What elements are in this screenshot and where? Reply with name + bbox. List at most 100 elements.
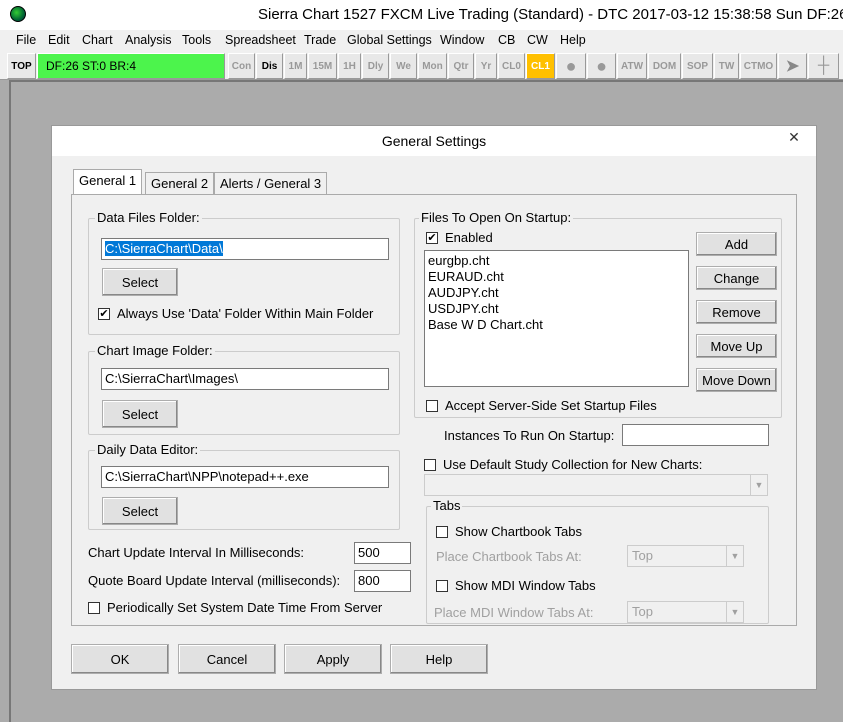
periodic-date-time-checkbox[interactable]: Periodically Set System Date Time From S… xyxy=(88,600,382,615)
data-files-select-button[interactable]: Select xyxy=(102,268,178,296)
zoom-tool-icon[interactable]: ● xyxy=(556,53,586,79)
title-bar: Sierra Chart 1527 FXCM Live Trading (Sta… xyxy=(0,0,843,30)
menu-chart[interactable]: Chart xyxy=(82,33,113,47)
pointer-icon[interactable]: ➤ xyxy=(778,53,807,79)
checkbox-icon xyxy=(424,458,436,471)
show-chartbook-tabs-checkbox[interactable]: Show Chartbook Tabs xyxy=(436,524,582,539)
remove-button[interactable]: Remove xyxy=(696,300,777,324)
menu-trade[interactable]: Trade xyxy=(304,33,336,47)
status-display: DF:26 ST:0 BR:4 xyxy=(37,53,225,79)
list-item[interactable]: EURAUD.cht xyxy=(428,269,685,285)
tab-general-2[interactable]: General 2 xyxy=(145,172,215,194)
1h-button[interactable]: 1H xyxy=(338,53,361,79)
we-button[interactable]: We xyxy=(390,53,417,79)
menu-window[interactable]: Window xyxy=(440,33,484,47)
menu-edit[interactable]: Edit xyxy=(48,33,70,47)
startup-enabled-checkbox[interactable]: ✔ Enabled xyxy=(426,230,493,245)
menu-spreadsheet[interactable]: Spreadsheet xyxy=(225,33,296,47)
atw-button[interactable]: ATW xyxy=(617,53,647,79)
toolbar: TOP DF:26 ST:0 BR:4 Con Dis 1M 15M 1H Dl… xyxy=(0,51,843,80)
list-item[interactable]: USDJPY.cht xyxy=(428,301,685,317)
checkbox-icon: ✔ xyxy=(426,231,438,244)
help-button[interactable]: Help xyxy=(390,644,488,674)
ctmo-button[interactable]: CTMO xyxy=(740,53,777,79)
chart-update-label: Chart Update Interval In Milliseconds: xyxy=(88,545,305,560)
zoom-tool-2-icon[interactable]: ● xyxy=(587,53,616,79)
list-item[interactable]: eurgbp.cht xyxy=(428,253,685,269)
tabs-group-label: Tabs xyxy=(431,498,463,513)
menu-tools[interactable]: Tools xyxy=(182,33,211,47)
general-settings-dialog: General Settings ✕ General 1 General 2 A… xyxy=(51,125,817,690)
15m-button[interactable]: 15M xyxy=(308,53,337,79)
show-chartbook-label: Show Chartbook Tabs xyxy=(455,524,582,539)
default-study-select[interactable]: ▼ xyxy=(424,474,768,496)
always-use-data-checkbox[interactable]: ✔ Always Use 'Data' Folder Within Main Fo… xyxy=(98,306,373,321)
1m-button[interactable]: 1M xyxy=(284,53,307,79)
add-button[interactable]: Add xyxy=(696,232,777,256)
cl1-button[interactable]: CL1 xyxy=(526,53,555,79)
data-files-input[interactable]: C:\SierraChart\Data\ xyxy=(101,238,389,260)
list-item[interactable]: Base W D Chart.cht xyxy=(428,317,685,333)
crosshair-icon[interactable]: ┼ xyxy=(808,53,839,79)
instances-label: Instances To Run On Startup: xyxy=(444,428,615,443)
mdi-tabs-at-label: Place MDI Window Tabs At: xyxy=(434,605,594,620)
checkbox-icon xyxy=(436,579,448,592)
cancel-button[interactable]: Cancel xyxy=(178,644,276,674)
startup-files-label: Files To Open On Startup: xyxy=(419,210,574,225)
default-study-checkbox[interactable]: Use Default Study Collection for New Cha… xyxy=(424,457,702,472)
apply-button[interactable]: Apply xyxy=(284,644,382,674)
chart-image-label: Chart Image Folder: xyxy=(95,343,215,358)
data-files-value: C:\SierraChart\Data\ xyxy=(105,241,223,256)
show-mdi-label: Show MDI Window Tabs xyxy=(455,578,596,593)
data-files-label: Data Files Folder: xyxy=(95,210,202,225)
close-icon[interactable]: ✕ xyxy=(780,129,808,149)
move-up-button[interactable]: Move Up xyxy=(696,334,777,358)
sop-button[interactable]: SOP xyxy=(682,53,713,79)
chartbook-tabs-at-value: Top xyxy=(632,548,653,563)
qtr-button[interactable]: Qtr xyxy=(448,53,474,79)
menu-analysis[interactable]: Analysis xyxy=(125,33,172,47)
mdi-tabs-at-select[interactable]: Top ▼ xyxy=(627,601,744,623)
dly-button[interactable]: Dly xyxy=(362,53,389,79)
show-mdi-tabs-checkbox[interactable]: Show MDI Window Tabs xyxy=(436,578,596,593)
menu-global-settings[interactable]: Global Settings xyxy=(347,33,432,47)
menu-file[interactable]: File xyxy=(16,33,36,47)
dis-button[interactable]: Dis xyxy=(256,53,283,79)
ok-button[interactable]: OK xyxy=(71,644,169,674)
quote-update-input[interactable]: 800 xyxy=(354,570,411,592)
tab-alerts-general-3[interactable]: Alerts / General 3 xyxy=(214,172,328,194)
chartbook-tabs-at-select[interactable]: Top ▼ xyxy=(627,545,744,567)
default-study-label: Use Default Study Collection for New Cha… xyxy=(443,457,703,472)
enabled-label: Enabled xyxy=(445,230,493,245)
tw-button[interactable]: TW xyxy=(714,53,739,79)
checkbox-icon xyxy=(88,601,100,614)
dialog-title: General Settings xyxy=(381,133,487,149)
mon-button[interactable]: Mon xyxy=(418,53,447,79)
startup-files-list[interactable]: eurgbp.cht EURAUD.cht AUDJPY.cht USDJPY.… xyxy=(424,250,689,387)
accept-server-side-checkbox[interactable]: Accept Server-Side Set Startup Files xyxy=(426,398,657,413)
list-item[interactable]: AUDJPY.cht xyxy=(428,285,685,301)
chart-update-input[interactable]: 500 xyxy=(354,542,411,564)
chart-image-select-button[interactable]: Select xyxy=(102,400,178,428)
top-button[interactable]: TOP xyxy=(7,53,36,79)
con-button[interactable]: Con xyxy=(228,53,255,79)
daily-editor-input[interactable]: C:\SierraChart\NPP\notepad++.exe xyxy=(101,466,389,488)
checkbox-icon xyxy=(426,399,438,412)
move-down-button[interactable]: Move Down xyxy=(696,368,777,392)
instances-input[interactable] xyxy=(622,424,769,446)
menu-help[interactable]: Help xyxy=(560,33,586,47)
change-button[interactable]: Change xyxy=(696,266,777,290)
accept-label: Accept Server-Side Set Startup Files xyxy=(445,398,657,413)
tab-general-1[interactable]: General 1 xyxy=(73,169,143,194)
periodic-label: Periodically Set System Date Time From S… xyxy=(107,600,383,615)
yr-button[interactable]: Yr xyxy=(475,53,497,79)
menu-cw[interactable]: CW xyxy=(527,33,548,47)
chart-image-input[interactable]: C:\SierraChart\Images\ xyxy=(101,368,389,390)
cl0-button[interactable]: CL0 xyxy=(498,53,525,79)
daily-editor-select-button[interactable]: Select xyxy=(102,497,178,525)
menu-cb[interactable]: CB xyxy=(498,33,515,47)
chevron-down-icon: ▼ xyxy=(726,546,743,566)
chevron-down-icon: ▼ xyxy=(750,475,767,495)
chartbook-tabs-at-label: Place Chartbook Tabs At: xyxy=(436,549,582,564)
dom-button[interactable]: DOM xyxy=(648,53,681,79)
